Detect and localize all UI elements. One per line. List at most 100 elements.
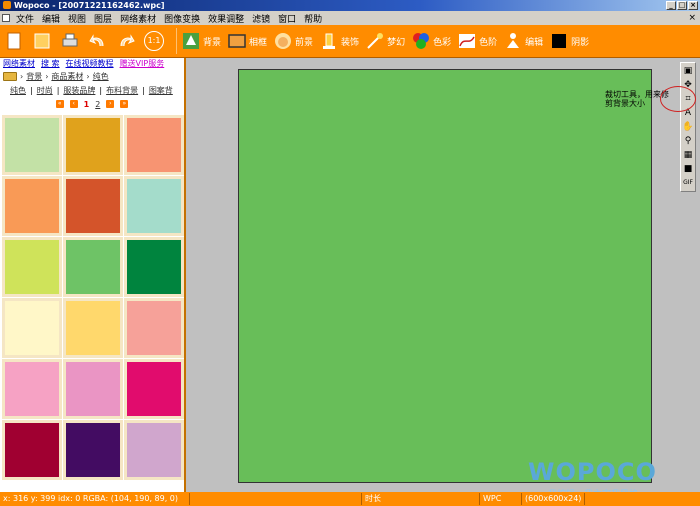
menu-edit[interactable]: 编辑 xyxy=(38,12,64,25)
breadcrumb-background[interactable]: 背景 xyxy=(26,71,42,82)
menu-layer[interactable]: 图层 xyxy=(90,12,116,25)
swatch-cell[interactable] xyxy=(124,420,184,480)
picture-tool-icon[interactable]: ▦ xyxy=(682,149,694,161)
breadcrumb-arrow-icon: › xyxy=(20,72,24,81)
breadcrumb-solid-color[interactable]: 纯色 xyxy=(93,71,109,82)
menu-bar: 文件 编辑 视图 图层 网络素材 图像变换 效果调整 滤镜 窗口 帮助 × xyxy=(0,11,700,25)
menu-window[interactable]: 窗口 xyxy=(274,12,300,25)
link-network-material[interactable]: 网络素材 xyxy=(3,58,35,70)
swatch-color xyxy=(5,118,59,172)
new-button[interactable] xyxy=(4,28,26,54)
swatch-cell[interactable] xyxy=(2,359,62,419)
redo-icon xyxy=(120,34,135,47)
background-button[interactable]: 背景 xyxy=(181,28,221,54)
swatch-cell[interactable] xyxy=(2,176,62,236)
fill-tool-icon[interactable]: ■ xyxy=(682,163,694,175)
swatch-cell[interactable] xyxy=(124,359,184,419)
doc-close-icon[interactable]: × xyxy=(688,13,696,23)
status-coords: x: 316 y: 399 idx: 0 RGBA: (104, 190, 89… xyxy=(0,493,190,505)
status-empty xyxy=(190,493,362,505)
menu-view[interactable]: 视图 xyxy=(64,12,90,25)
last-page-icon[interactable]: » xyxy=(120,100,129,108)
menu-image-transform[interactable]: 图像变换 xyxy=(160,12,204,25)
actual-size-button[interactable]: 1:1 xyxy=(144,28,166,54)
menu-help[interactable]: 帮助 xyxy=(300,12,326,25)
open-button[interactable] xyxy=(32,28,54,54)
swatch-grid xyxy=(2,115,184,480)
swatch-cell[interactable] xyxy=(63,298,123,358)
close-button[interactable]: × xyxy=(688,1,698,10)
swatch-color xyxy=(127,301,181,355)
category-pattern-bg[interactable]: 图案背 xyxy=(149,85,173,96)
swatch-color xyxy=(127,179,181,233)
undo-button[interactable] xyxy=(88,28,110,54)
shadow-button[interactable]: 阴影 xyxy=(549,28,589,54)
levels-button[interactable]: 色阶 xyxy=(457,28,497,54)
redo-button[interactable] xyxy=(116,28,138,54)
magic-wand-icon xyxy=(367,33,384,49)
link-video-tutorial[interactable]: 在线视频教程 xyxy=(66,58,114,70)
zoom-tool-icon[interactable]: ⚲ xyxy=(682,135,694,147)
swatch-cell[interactable] xyxy=(124,115,184,175)
menu-file[interactable]: 文件 xyxy=(12,12,38,25)
gif-tool-icon[interactable]: GIF xyxy=(682,177,694,189)
page-current[interactable]: 1 xyxy=(84,100,90,109)
prev-page-icon[interactable]: ‹ xyxy=(69,100,78,108)
swatch-cell[interactable] xyxy=(63,115,123,175)
swatch-cell[interactable] xyxy=(2,298,62,358)
maximize-button[interactable]: □ xyxy=(677,1,687,10)
select-tool-icon[interactable]: ▣ xyxy=(682,65,694,77)
menu-network-material[interactable]: 网络素材 xyxy=(116,12,160,25)
frame-button[interactable]: 相框 xyxy=(227,28,267,54)
breadcrumb-product-material[interactable]: 商品素材 xyxy=(51,71,83,82)
workspace xyxy=(188,58,678,492)
category-fabric-bg[interactable]: 布料背景 xyxy=(106,85,138,96)
swatch-cell[interactable] xyxy=(2,420,62,480)
category-fashion[interactable]: 时尚 xyxy=(37,85,53,96)
app-logo-icon xyxy=(3,1,11,9)
menu-effects[interactable]: 效果调整 xyxy=(204,12,248,25)
next-page-icon[interactable]: › xyxy=(106,100,115,108)
background-label: 背景 xyxy=(203,37,222,48)
decoration-label: 装饰 xyxy=(341,37,360,48)
swatch-cell[interactable] xyxy=(2,237,62,297)
swatch-cell[interactable] xyxy=(124,298,184,358)
minimize-button[interactable]: _ xyxy=(666,1,676,10)
swatch-color xyxy=(5,301,59,355)
swatch-cell[interactable] xyxy=(63,237,123,297)
status-time-label: 时长 xyxy=(362,493,480,505)
swatch-cell[interactable] xyxy=(63,176,123,236)
dream-button[interactable]: 梦幻 xyxy=(365,28,405,54)
hand-tool-icon[interactable]: ✋ xyxy=(682,121,694,133)
swatch-color xyxy=(5,362,59,416)
swatch-cell[interactable] xyxy=(124,176,184,236)
category-apparel-brand[interactable]: 服装品牌 xyxy=(63,85,95,96)
shadow-label: 阴影 xyxy=(571,37,590,48)
link-vip-service[interactable]: 赠送VIP服务 xyxy=(120,58,165,70)
category-solid[interactable]: 纯色 xyxy=(10,85,26,96)
main-toolbar: 1:1 背景 相框 前景 装饰 梦幻 色彩 色阶 编辑 阴影 xyxy=(0,25,700,58)
print-button[interactable] xyxy=(60,28,82,54)
tree-icon xyxy=(183,33,199,49)
first-page-icon[interactable]: « xyxy=(55,100,64,108)
image-canvas[interactable] xyxy=(238,69,652,483)
swatch-color xyxy=(127,240,181,294)
link-search[interactable]: 搜 索 xyxy=(41,58,60,70)
foreground-button[interactable]: 前景 xyxy=(273,28,313,54)
swatch-cell[interactable] xyxy=(63,359,123,419)
swatch-cell[interactable] xyxy=(2,115,62,175)
color-button[interactable]: 色彩 xyxy=(411,28,451,54)
swatch-cell[interactable] xyxy=(63,420,123,480)
menu-filter[interactable]: 滤镜 xyxy=(248,12,274,25)
swatch-cell[interactable] xyxy=(124,237,184,297)
swatch-color xyxy=(127,118,181,172)
decoration-button[interactable]: 装饰 xyxy=(319,28,359,54)
levels-label: 色阶 xyxy=(479,37,498,48)
swatch-color xyxy=(5,423,59,477)
tool-palette: ▣ ✥ ⌗ A ✋ ⚲ ▦ ■ GIF xyxy=(680,62,696,192)
page-2[interactable]: 2 xyxy=(95,100,100,109)
edit-button[interactable]: 编辑 xyxy=(503,28,543,54)
frame-label: 相框 xyxy=(249,37,268,48)
folder-icon xyxy=(3,72,17,81)
status-bar: x: 316 y: 399 idx: 0 RGBA: (104, 190, 89… xyxy=(0,492,700,506)
